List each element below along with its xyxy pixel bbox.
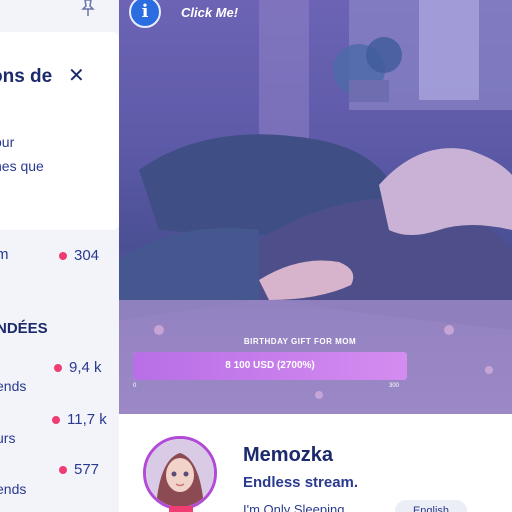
live-dot-icon — [59, 252, 67, 260]
section-heading: NDÉES — [0, 320, 48, 337]
live-dot-icon — [59, 466, 67, 474]
avatar-image — [146, 439, 214, 507]
notification-panel: ons de ✕ our nes que — [0, 32, 119, 230]
stream-description: I'm Only Sleeping — [243, 502, 345, 512]
sidebar-item-label[interactable]: urs — [0, 430, 15, 446]
close-icon[interactable]: ✕ — [68, 66, 85, 86]
language-badge: English — [395, 500, 467, 512]
streamer-name[interactable]: Memozka — [243, 444, 333, 467]
goal-max-label: 300 — [389, 383, 400, 389]
sidebar: ons de ✕ our nes que m 304 NDÉES 9,4 k e… — [0, 0, 119, 512]
panel-title: ons de — [0, 66, 53, 87]
goal-min-label: 0 — [133, 383, 137, 389]
sidebar-item-label[interactable]: ends — [0, 481, 26, 497]
viewer-count: 304 — [74, 247, 100, 264]
panel-text-line: nes que — [0, 158, 44, 174]
sidebar-item-label[interactable]: ends — [0, 378, 26, 394]
goal-progress-bar: 8 100 USD (2700%) — [133, 352, 407, 380]
live-dot-icon — [54, 364, 62, 372]
pin-icon[interactable] — [78, 0, 98, 18]
sidebar-item-label[interactable]: m — [0, 246, 9, 263]
click-me-link[interactable]: Click Me! — [181, 5, 238, 20]
goal-amount: 8 100 USD (2700%) — [225, 360, 315, 371]
viewer-count: 11,7 k — [67, 411, 107, 428]
live-dot-icon — [52, 416, 60, 424]
viewer-count: 9,4 k — [69, 359, 102, 376]
live-badge — [169, 506, 193, 512]
goal-title: BIRTHDAY GIFT FOR MOM — [243, 337, 357, 346]
streamer-profile: Memozka Endless stream. I'm Only Sleepin… — [119, 414, 512, 512]
panel-text-line: our — [0, 134, 15, 150]
stream-subtitle: Endless stream. — [243, 474, 359, 491]
stream-preview[interactable]: i Click Me! BIRTHDAY GIFT FOR MOM 8 100 … — [119, 0, 512, 414]
viewer-count: 577 — [74, 461, 100, 478]
avatar[interactable] — [143, 436, 217, 510]
